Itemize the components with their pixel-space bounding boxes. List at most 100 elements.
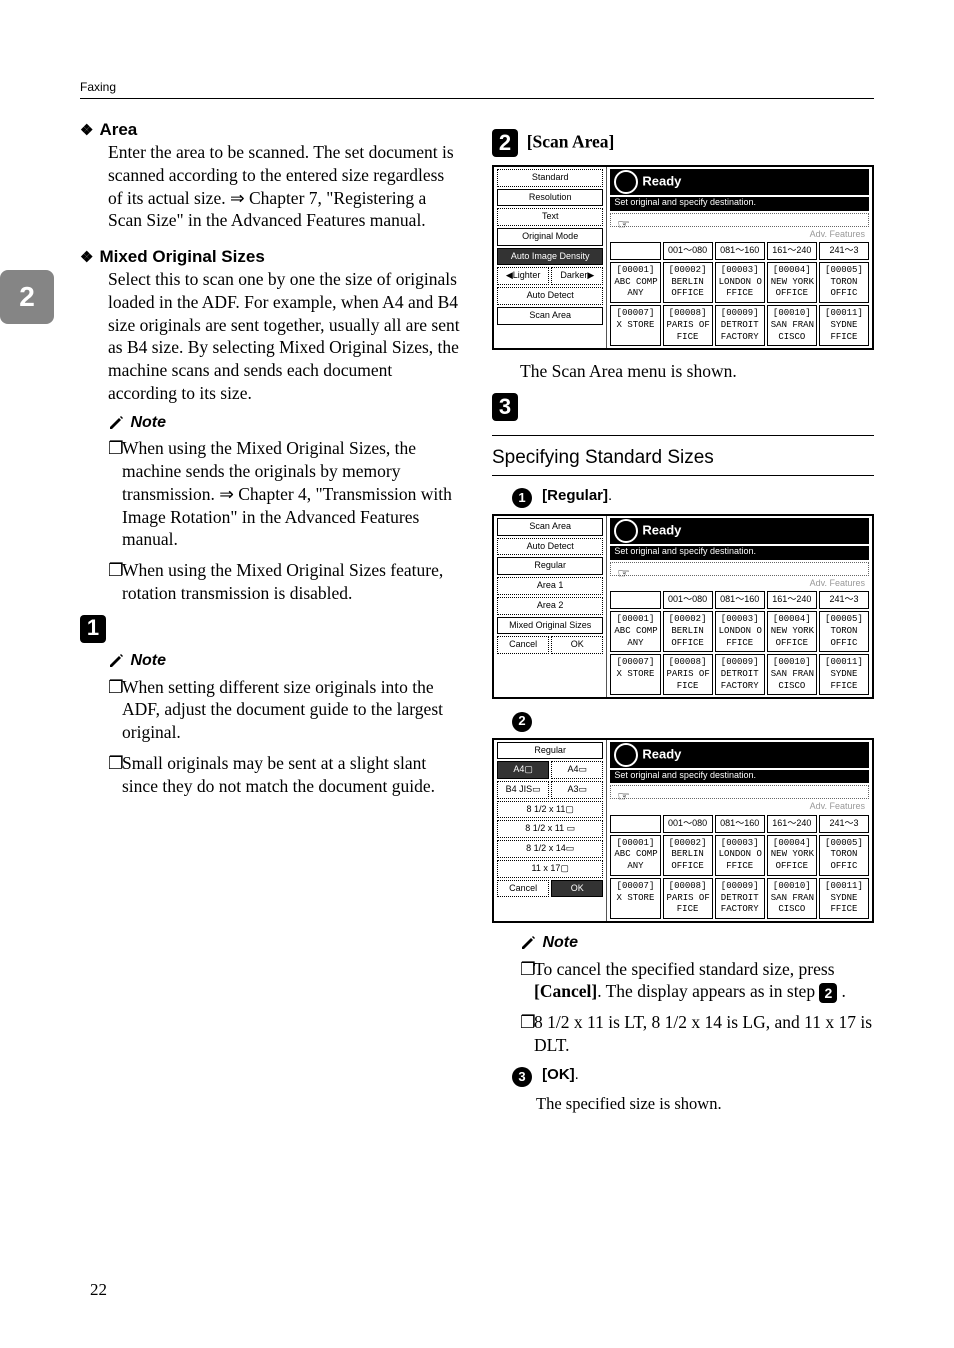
lcd-dest[interactable]: [00007]X STORE — [610, 305, 660, 346]
lcd-range[interactable]: 161～240 — [767, 591, 817, 609]
lcd-dest[interactable]: [00001]ABC COMPANY — [610, 835, 660, 876]
lcd-adv-features[interactable]: Adv. Features — [610, 578, 869, 590]
lcd-dest[interactable]: [00003]LONDON OFFICE — [715, 262, 765, 303]
lcd-btn[interactable]: Auto Detect — [497, 287, 603, 305]
lcd-dest[interactable]: [00005]TORONOFFIC — [819, 611, 869, 652]
mixed-heading: ❖Mixed Original Sizes — [80, 246, 462, 268]
diamond-icon: ❖ — [80, 122, 93, 139]
lcd-btn[interactable]: B4 JIS▭ — [497, 781, 549, 799]
lcd-btn[interactable]: Scan Area — [497, 518, 603, 536]
lcd-freq[interactable]: Freq. — [610, 591, 660, 609]
lcd-btn[interactable]: Original Mode — [497, 228, 603, 246]
lcd-btn[interactable]: 8 1/2 x 14▭ — [497, 840, 603, 858]
lcd-dest[interactable]: [00007]X STORE — [610, 654, 660, 695]
lcd-dest[interactable]: [00002]BERLINOFFICE — [663, 835, 713, 876]
lcd-btn[interactable]: Text — [497, 208, 603, 226]
lcd-btn[interactable]: Mixed Original Sizes — [497, 617, 603, 635]
lcd-dest[interactable]: [00004]NEW YORK OFFICE — [767, 611, 817, 652]
lcd-dest[interactable]: [00009]DETROITFACTORY — [715, 305, 765, 346]
square-bullet-icon: ❐ — [108, 752, 122, 798]
step-2: 2 Press [Scan Area] — [492, 129, 874, 157]
lcd-dest[interactable]: [00002]BERLINOFFICE — [663, 611, 713, 652]
lcd-btn[interactable]: ◀Lighter — [497, 267, 549, 285]
lcd-btn[interactable]: Resolution — [497, 189, 603, 207]
lcd-dest[interactable]: [00004]NEW YORK OFFICE — [767, 835, 817, 876]
lcd-freq[interactable]: Freq. — [610, 242, 660, 260]
lcd-range[interactable]: 001～080 — [663, 815, 713, 833]
lcd-btn[interactable]: 11 x 17▢ — [497, 860, 603, 878]
mixed-note-list: ❐When using the Mixed Original Sizes, th… — [108, 437, 462, 604]
lcd-range[interactable]: 241～3 — [819, 591, 869, 609]
square-bullet-icon: ❐ — [108, 559, 122, 605]
square-bullet-icon: ❐ — [108, 437, 122, 551]
lcd-btn[interactable]: A4▢ — [497, 761, 549, 779]
lcd-btn[interactable]: A3▭ — [551, 781, 603, 799]
lcd-range[interactable]: 241～3 — [819, 242, 869, 260]
note-item: When using the Mixed Original Sizes, the… — [122, 437, 462, 551]
lcd-dest-field[interactable]: ☞ — [610, 213, 869, 227]
lcd-btn[interactable]: Auto Detect — [497, 538, 603, 556]
lcd-dest[interactable]: [00004]NEW YORK OFFICE — [767, 262, 817, 303]
step-1: 1 Place the originals, and then select a… — [80, 615, 462, 643]
lcd-dest[interactable]: [00003]LONDON OFFICE — [715, 611, 765, 652]
lcd-range[interactable]: 161～240 — [767, 815, 817, 833]
step-number-1: 1 — [80, 615, 106, 643]
lcd-dest[interactable]: [00010]SAN FRANCISCO — [767, 654, 817, 695]
lcd-btn[interactable]: Regular — [497, 557, 603, 575]
lcd-btn[interactable]: Area 1 — [497, 577, 603, 595]
lcd-dest-field[interactable]: ☞ — [610, 785, 869, 799]
lcd-btn[interactable]: Scan Area — [497, 307, 603, 325]
lcd-btn[interactable]: 8 1/2 x 11 ▭ — [497, 820, 603, 838]
lcd-dest[interactable]: [00010]SAN FRANCISCO — [767, 878, 817, 919]
lcd-dest[interactable]: [00001]ABC COMPANY — [610, 262, 660, 303]
lcd-btn[interactable]: OK — [551, 880, 603, 898]
lcd-dest[interactable]: [00008]PARIS OFFICE — [663, 654, 713, 695]
lcd-btn[interactable]: A4▭ — [551, 761, 603, 779]
lcd-adv-features[interactable]: Adv. Features — [610, 229, 869, 241]
lcd-dest[interactable]: [00007]X STORE — [610, 878, 660, 919]
lcd-dest[interactable]: [00001]ABC COMPANY — [610, 611, 660, 652]
lcd-btn[interactable]: Darker▶ — [551, 267, 603, 285]
lcd-dest[interactable]: [00003]LONDON OFFICE — [715, 835, 765, 876]
lcd-dest[interactable]: [00011]SYDNEFFICE — [819, 878, 869, 919]
lcd-dest[interactable]: [00009]DETROITFACTORY — [715, 878, 765, 919]
lcd-dest[interactable]: [00005]TORONOFFIC — [819, 835, 869, 876]
lcd-ready: Ready — [610, 742, 869, 768]
square-bullet-icon: ❐ — [520, 1011, 534, 1057]
lcd-range[interactable]: 081～160 — [715, 591, 765, 609]
pencil-icon — [108, 651, 124, 667]
lcd-btn[interactable]: Cancel — [497, 636, 549, 654]
lcd-range[interactable]: 161～240 — [767, 242, 817, 260]
lcd-screenshot-regular: Scan Area Auto Detect Regular Area 1 Are… — [492, 514, 874, 699]
lcd-dest[interactable]: [00002]BERLINOFFICE — [663, 262, 713, 303]
spec-std-heading: Specifying Standard Sizes — [492, 446, 874, 471]
running-head: Faxing — [80, 80, 874, 94]
lcd-dest[interactable]: [00008]PARIS OFFICE — [663, 878, 713, 919]
lcd-btn[interactable]: Standard — [497, 169, 603, 187]
lcd-btn[interactable]: Regular — [497, 742, 603, 760]
lcd-dest[interactable]: [00011]SYDNEFFICE — [819, 654, 869, 695]
lcd-range[interactable]: 081～160 — [715, 242, 765, 260]
lcd-btn[interactable]: Cancel — [497, 880, 549, 898]
lcd-range[interactable]: 081～160 — [715, 815, 765, 833]
lcd-adv-features[interactable]: Adv. Features — [610, 801, 869, 813]
lcd-btn[interactable]: Area 2 — [497, 597, 603, 615]
lcd-range[interactable]: 001～080 — [663, 242, 713, 260]
lcd-dest[interactable]: [00011]SYDNEFFICE — [819, 305, 869, 346]
lcd-freq[interactable]: Freq. — [610, 815, 660, 833]
circle-2-icon: 2 — [512, 712, 532, 732]
lcd-btn[interactable]: 8 1/2 x 11▢ — [497, 801, 603, 819]
lcd-btn[interactable]: Auto Image Density — [497, 248, 603, 266]
lcd-screenshot-scan-area: Standard Resolution Text Original Mode A… — [492, 165, 874, 350]
pencil-icon — [108, 413, 124, 429]
lcd-dest[interactable]: [00009]DETROITFACTORY — [715, 654, 765, 695]
lcd-dest[interactable]: [00008]PARIS OFFICE — [663, 305, 713, 346]
substep-2: 2 Press the size of the originals to be … — [512, 709, 874, 731]
lcd-btn[interactable]: OK — [551, 636, 603, 654]
lcd-dest-field[interactable]: ☞ — [610, 562, 869, 576]
lcd-dest[interactable]: [00010]SAN FRANCISCO — [767, 305, 817, 346]
lcd-range[interactable]: 001～080 — [663, 591, 713, 609]
circle-1-icon: 1 — [512, 488, 532, 508]
lcd-range[interactable]: 241～3 — [819, 815, 869, 833]
lcd-dest[interactable]: [00005]TORONOFFIC — [819, 262, 869, 303]
